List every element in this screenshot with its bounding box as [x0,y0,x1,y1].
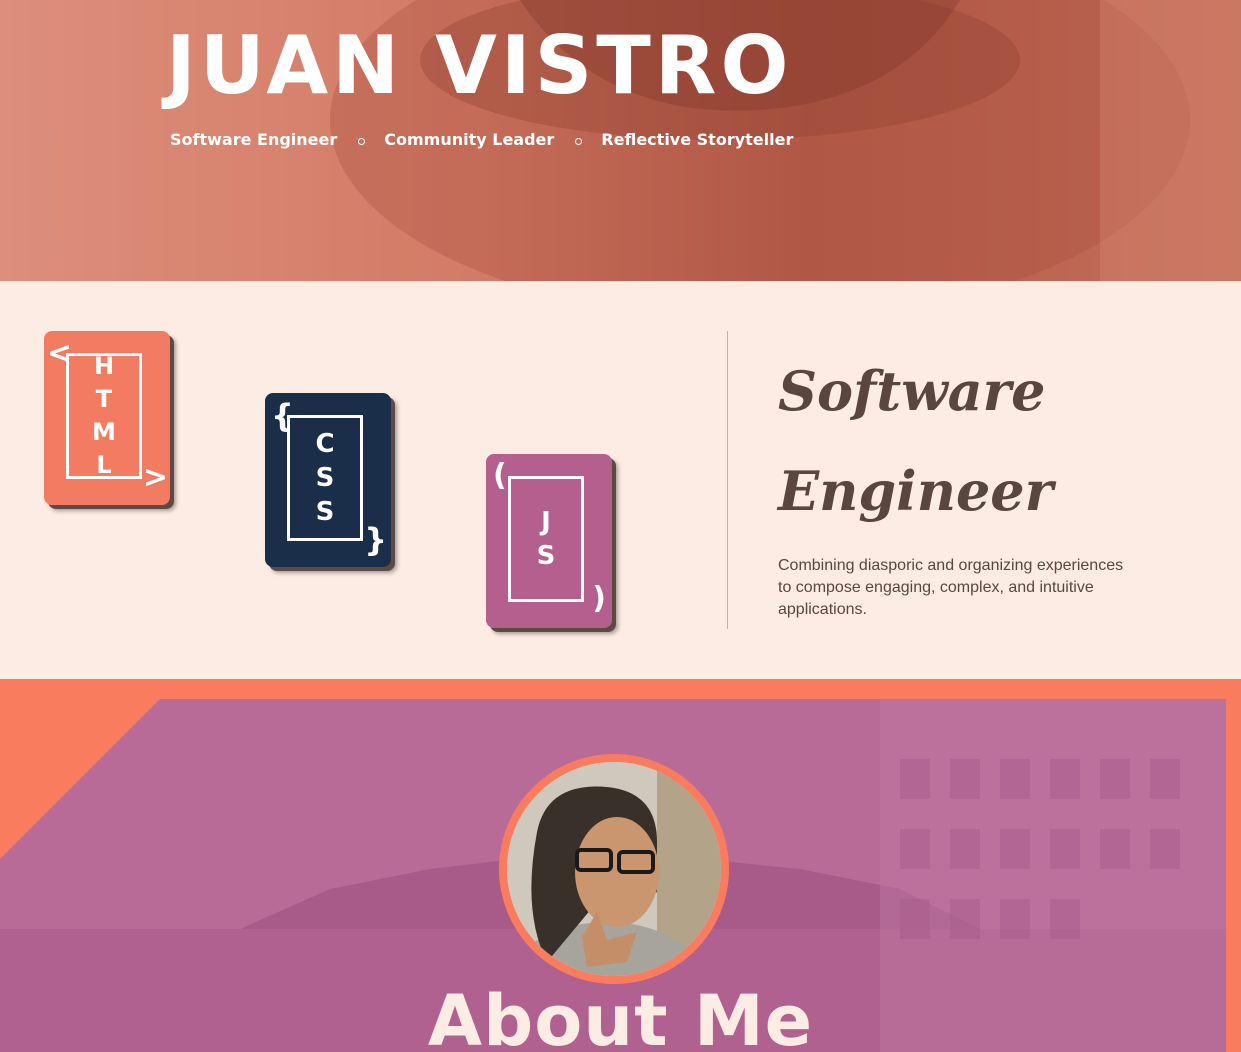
html-close-bracket: > [142,460,168,495]
profile-photo [507,762,721,976]
skills-heading: Software Engineer [778,359,1054,523]
role-software-engineer: Software Engineer [170,129,338,149]
js-open-paren: ( [493,458,507,493]
html-card-frame: H T M L [66,352,142,479]
css-card-label: C S S [315,429,335,527]
html-card: < H T M L > [44,331,170,505]
role-reflective-storyteller: Reflective Storyteller [601,129,794,149]
skills-description: Combining diasporic and organizing exper… [778,557,1124,618]
html-card-label: H T M L [92,352,116,479]
js-card: ( J S ) [486,454,612,628]
js-close-paren: ) [592,581,606,616]
about-title: About Me [427,980,814,1052]
role-community-leader: Community Leader [384,129,555,149]
hero-banner: JUAN VISTRO Software Engineer Community … [0,0,1241,281]
tagline: Software Engineer Community Leader Refle… [170,128,793,150]
skills-section: < H T M L > { C S S } ( J S ) Software E… [0,281,1241,679]
separator-dot [358,137,366,145]
profile-avatar [499,754,729,984]
separator-dot [575,137,583,145]
css-close-brace: } [364,521,387,559]
js-card-frame: J S [508,476,584,602]
site-title: JUAN VISTRO [166,19,793,112]
js-card-label: J S [536,507,556,571]
about-section: About Me [0,679,1241,1052]
css-card: { C S S } [265,393,391,567]
css-card-frame: C S S [287,415,363,541]
vertical-divider [727,331,728,629]
